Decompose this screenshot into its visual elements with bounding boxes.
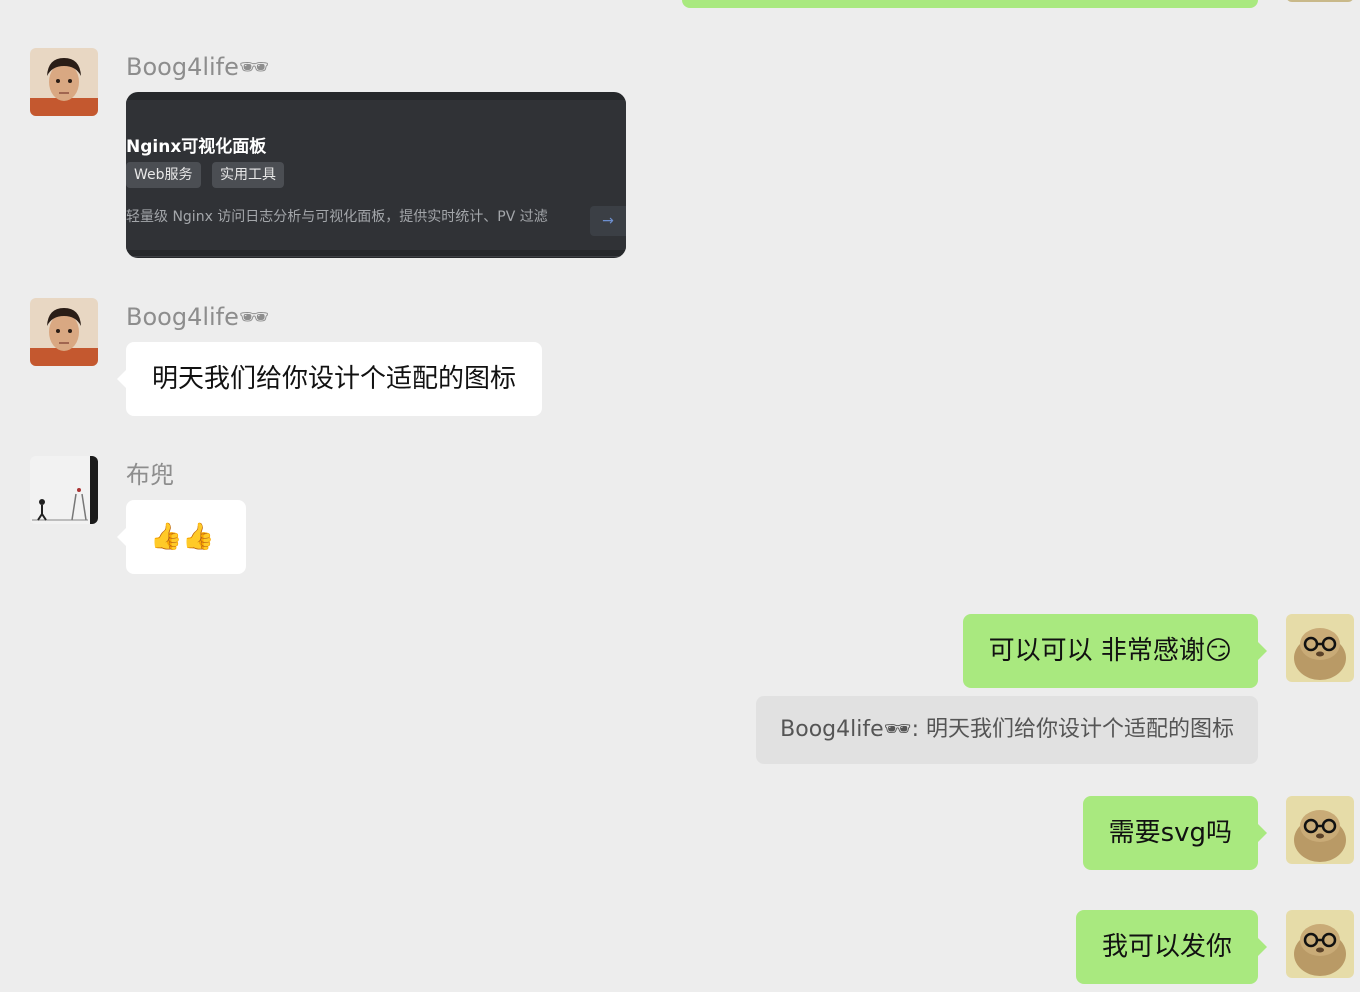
message-bubble-outgoing[interactable]: 我可以发你 bbox=[1075, 910, 1267, 984]
card-divider bbox=[126, 256, 626, 257]
my-avatar[interactable] bbox=[1286, 614, 1354, 682]
sender-name: 布兜 bbox=[126, 461, 174, 489]
avatar-bu[interactable] bbox=[30, 456, 98, 524]
message-bubble[interactable]: 明天我们给你设计个适配的图标 bbox=[117, 342, 543, 416]
quoted-message[interactable]: Boog4life🕶: 明天我们给你设计个适配的图标 bbox=[756, 696, 1258, 764]
arrow-right-icon[interactable]: → bbox=[590, 206, 626, 236]
message-text: 👍👍 bbox=[150, 522, 215, 552]
card-title: Nginx可视化面板 bbox=[126, 137, 267, 157]
message-text: 我可以发你 bbox=[1101, 932, 1232, 962]
bubble-tail bbox=[117, 527, 127, 547]
message-text: 可以可以 非常感谢😏 bbox=[988, 636, 1232, 666]
my-avatar-partial[interactable] bbox=[1286, 0, 1354, 2]
message-bubble[interactable]: 👍👍 bbox=[117, 500, 246, 574]
message-bubble-outgoing[interactable]: 可以可以 非常感谢😏 bbox=[962, 614, 1267, 688]
previous-message-bubble[interactable] bbox=[682, 0, 1258, 8]
bubble-tail bbox=[117, 369, 127, 389]
card-tag-tools: 实用工具 bbox=[212, 162, 284, 188]
avatar-boog4life[interactable] bbox=[30, 48, 98, 116]
bubble-tail bbox=[1257, 937, 1267, 957]
my-avatar[interactable] bbox=[1286, 910, 1354, 978]
sender-name: Boog4life🕶 bbox=[126, 303, 270, 331]
link-card[interactable]: Nginx可视化面板 Web服务 实用工具 轻量级 Nginx 访问日志分析与可… bbox=[126, 92, 626, 258]
bubble-tail bbox=[1257, 641, 1267, 661]
message-text: 明天我们给你设计个适配的图标 bbox=[152, 364, 517, 394]
card-tag-web: Web服务 bbox=[126, 162, 201, 188]
my-avatar[interactable] bbox=[1286, 796, 1354, 864]
sender-name: Boog4life🕶 bbox=[126, 53, 270, 81]
card-description: 轻量级 Nginx 访问日志分析与可视化面板，提供实时统计、PV 过滤 bbox=[126, 209, 548, 225]
message-text: 需要svg吗 bbox=[1108, 818, 1232, 848]
card-body: Nginx可视化面板 Web服务 实用工具 轻量级 Nginx 访问日志分析与可… bbox=[126, 100, 626, 257]
bubble-tail bbox=[1257, 823, 1267, 843]
message-bubble-outgoing[interactable]: 需要svg吗 bbox=[1082, 796, 1267, 870]
avatar-boog4life[interactable] bbox=[30, 298, 98, 366]
